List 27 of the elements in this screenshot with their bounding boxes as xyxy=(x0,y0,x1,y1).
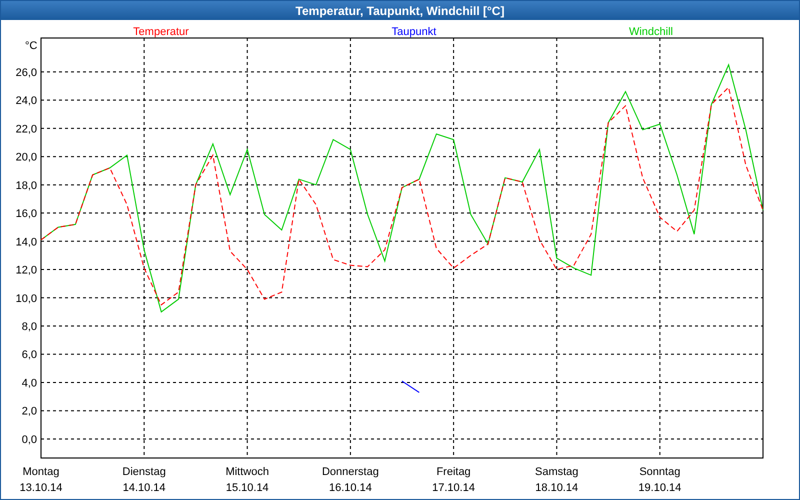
y-tick-label: 8,0 xyxy=(22,321,37,333)
y-tick-label: 14,0 xyxy=(16,236,37,248)
y-tick-label: 26,0 xyxy=(16,66,37,79)
y-tick-label: 16,0 xyxy=(16,208,37,220)
y-tick-label: 10,0 xyxy=(16,292,37,305)
y-tick-label: 20,0 xyxy=(16,152,37,164)
y-tick-label: 4,0 xyxy=(22,377,37,390)
day-label: Donnerstag 16.10.14 xyxy=(320,465,380,496)
day-label: Dienstag 14.10.14 xyxy=(121,465,167,496)
window-title: Temperatur, Taupunkt, Windchill [°C] xyxy=(296,2,504,20)
y-tick-label: 2,0 xyxy=(22,406,37,418)
day-label: Samstag 18.10.14 xyxy=(534,465,580,496)
y-tick-label: 6,0 xyxy=(22,349,37,362)
y-tick-label: 0,0 xyxy=(22,434,37,446)
day-label: Mittwoch 15.10.14 xyxy=(224,465,270,496)
legend-label: Windchill xyxy=(629,26,673,38)
axis-unit: °C xyxy=(25,40,38,52)
y-tick-label: 18,0 xyxy=(16,180,37,192)
y-tick-label: 22,0 xyxy=(16,123,37,136)
y-tick-label: 12,0 xyxy=(16,264,37,277)
day-label: Sonntag 19.10.14 xyxy=(637,465,682,496)
y-tick-label: 24,0 xyxy=(16,95,37,108)
day-label: Freitag 17.10.14 xyxy=(431,465,476,496)
legend-label: Temperatur xyxy=(133,26,189,38)
legend-label: Taupunkt xyxy=(392,26,436,38)
day-label: Montag 13.10.14 xyxy=(18,465,64,496)
series-line xyxy=(402,380,420,393)
